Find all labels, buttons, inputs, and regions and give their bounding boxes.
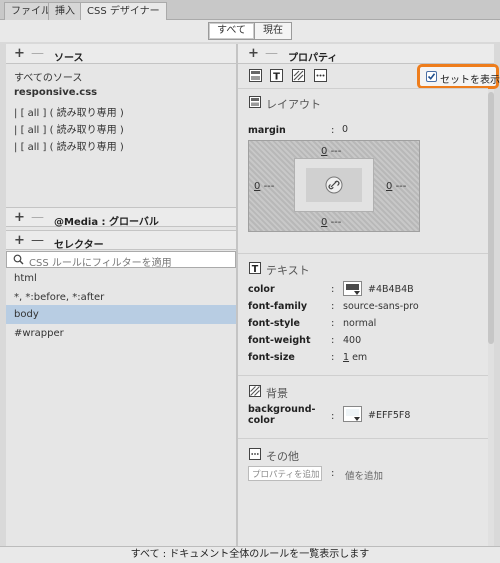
prop-font-family-value[interactable]: source-sans-pro xyxy=(343,301,419,312)
prop-font-size-value[interactable]: 1 em xyxy=(343,352,367,363)
all-sources-item[interactable]: すべてのソース xyxy=(14,69,82,84)
prop-font-weight-value[interactable]: 400 xyxy=(343,335,361,346)
filter-placeholder: CSS ルールにフィルターを適用 xyxy=(29,258,172,269)
add-source-button[interactable]: + xyxy=(14,47,25,60)
text-icon: T xyxy=(249,262,261,274)
sources-header: + — ソース xyxy=(6,44,236,64)
background-icon xyxy=(249,385,261,397)
margin-value[interactable]: 0 xyxy=(342,124,348,135)
sources-title: ソース xyxy=(54,53,84,64)
text-category-icon[interactable]: T xyxy=(270,69,283,82)
mode-bar: すべて 現在 xyxy=(0,20,500,42)
color-swatch[interactable] xyxy=(343,281,362,296)
layout-category-icon[interactable] xyxy=(249,69,262,82)
media-item-2[interactable]: | [ all ] ( 読み取り専用 ) xyxy=(14,121,124,136)
margin-right-value[interactable]: 0 --- xyxy=(386,181,406,192)
show-set-checkbox[interactable] xyxy=(426,71,437,82)
media-item-1[interactable]: | [ all ] ( 読み取り専用 ) xyxy=(14,104,124,119)
prop-font-family-label: font-family xyxy=(248,301,308,312)
prop-font-size-label: font-size xyxy=(248,352,295,363)
selectors-title: セレクター xyxy=(54,240,104,251)
add-property-input[interactable]: プロパティを追加 xyxy=(248,466,322,481)
svg-text:T: T xyxy=(273,72,280,83)
tab-css-designer[interactable]: CSS デザイナー xyxy=(80,2,167,21)
media-item-3[interactable]: | [ all ] ( 読み取り専用 ) xyxy=(14,138,124,153)
prop-color-label: color xyxy=(248,284,275,295)
add-media-button[interactable]: + xyxy=(14,211,25,224)
more-category-icon[interactable] xyxy=(314,69,327,82)
prop-background-color-label: background-color xyxy=(248,404,316,426)
remove-media-button[interactable]: — xyxy=(31,211,44,224)
checkmark-icon xyxy=(427,73,436,80)
selectors-header: + — セレクター xyxy=(6,230,236,251)
add-value-field[interactable]: 値を追加 xyxy=(345,468,383,482)
media-title: @Media : グローバル xyxy=(54,217,159,228)
margin-bottom-value[interactable]: 0 --- xyxy=(321,217,341,228)
more-icon xyxy=(249,448,261,460)
margin-left-value[interactable]: 0 --- xyxy=(254,181,274,192)
selector-item-wrapper[interactable]: #wrapper xyxy=(14,328,64,339)
add-selector-button[interactable]: + xyxy=(14,234,25,247)
link-icon[interactable] xyxy=(324,176,344,194)
remove-selector-button[interactable]: — xyxy=(31,234,44,247)
all-mode-button[interactable]: すべて xyxy=(208,22,255,40)
add-property-button[interactable]: + xyxy=(248,47,259,60)
selector-item-universal[interactable]: *, *:before, *:after xyxy=(14,292,104,303)
prop-font-weight-label: font-weight xyxy=(248,335,311,346)
chevron-down-icon xyxy=(354,417,360,421)
background-section-title: 背景 xyxy=(266,387,288,400)
current-mode-button[interactable]: 現在 xyxy=(254,22,292,40)
prop-background-color-value[interactable]: #EFF5F8 xyxy=(368,410,410,421)
search-icon xyxy=(13,254,24,265)
chevron-down-icon xyxy=(354,291,360,295)
margin-label: margin xyxy=(248,125,286,136)
layout-section-title: レイアウト xyxy=(266,98,321,111)
prop-color-value[interactable]: #4B4B4B xyxy=(368,284,414,295)
other-section-title: その他 xyxy=(266,450,299,463)
properties-header: + — プロパティ xyxy=(238,44,494,64)
selector-item-html[interactable]: html xyxy=(14,273,37,284)
selector-item-body[interactable]: body xyxy=(6,305,236,324)
remove-source-button[interactable]: — xyxy=(31,47,44,60)
remove-property-button[interactable]: — xyxy=(265,47,278,60)
svg-text:T: T xyxy=(252,264,259,274)
selector-filter-input[interactable]: CSS ルールにフィルターを適用 xyxy=(6,251,236,269)
scrollbar-thumb[interactable] xyxy=(488,92,494,344)
panel-tab-bar: ファイル 挿入 CSS デザイナー xyxy=(0,0,500,21)
prop-font-style-value[interactable]: normal xyxy=(343,318,376,329)
text-section-title: テキスト xyxy=(266,264,310,277)
layout-icon xyxy=(249,96,261,108)
show-set-label[interactable]: セットを表示 xyxy=(440,71,500,86)
media-header: + — @Media : グローバル xyxy=(6,207,236,228)
background-category-icon[interactable] xyxy=(292,69,305,82)
properties-title: プロパティ xyxy=(288,53,338,64)
tab-insert[interactable]: 挿入 xyxy=(48,2,82,20)
background-color-swatch[interactable] xyxy=(343,406,362,422)
prop-font-style-label: font-style xyxy=(248,318,300,329)
margin-top-value[interactable]: 0 --- xyxy=(321,146,341,157)
status-bar: すべて : ドキュメント全体のルールを一覧表示します xyxy=(0,546,500,563)
source-file-item[interactable]: responsive.css xyxy=(14,87,97,98)
